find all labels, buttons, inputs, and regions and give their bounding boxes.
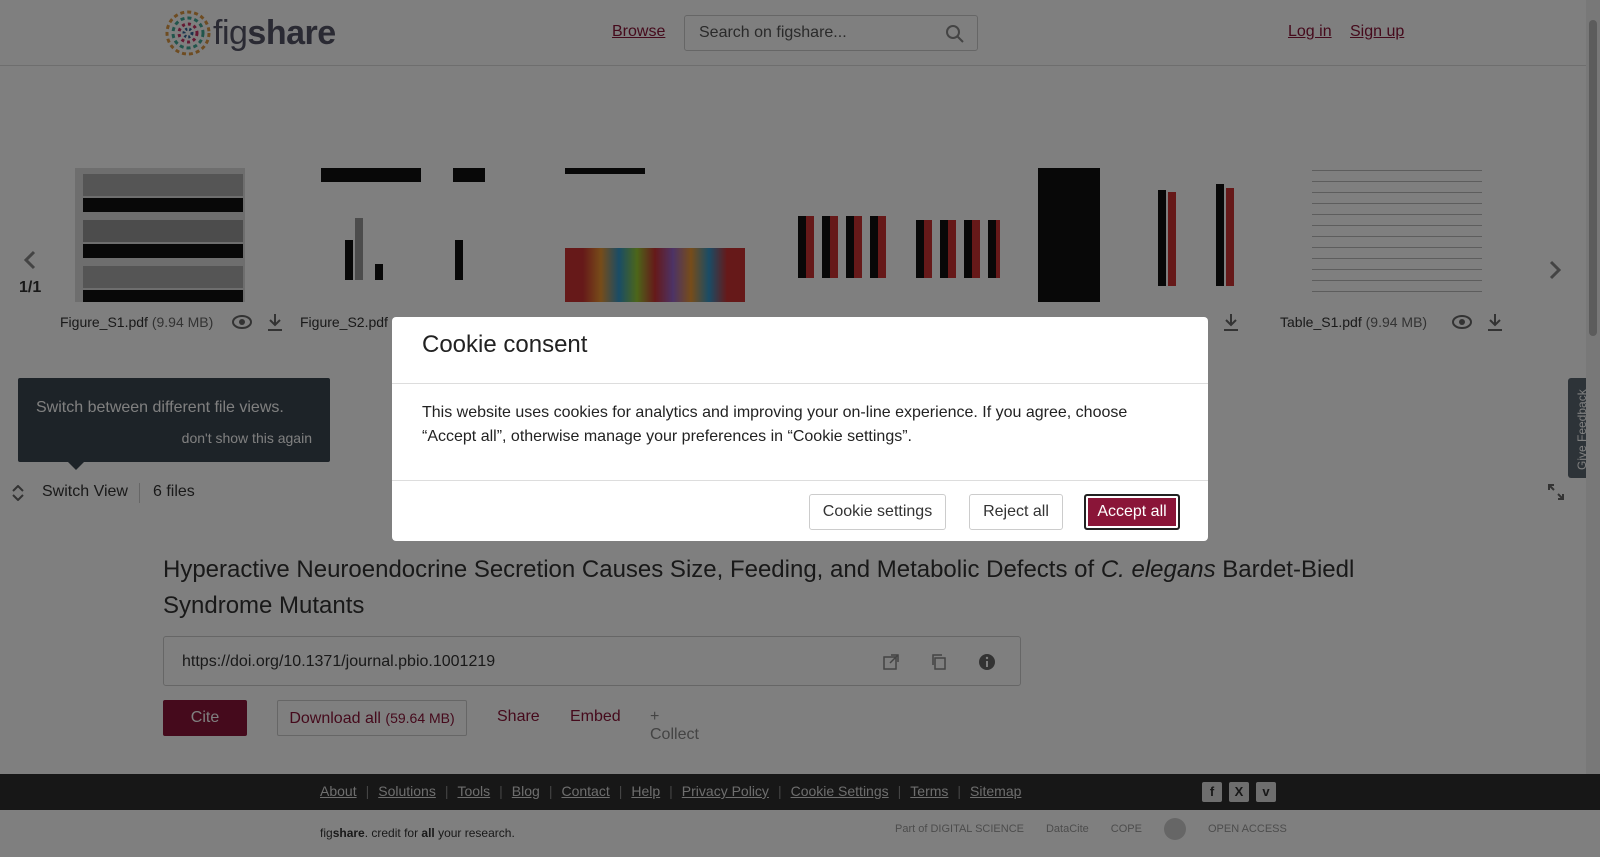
reject-all-button[interactable]: Reject all bbox=[969, 494, 1063, 530]
cookie-consent-dialog: Cookie consent This website uses cookies… bbox=[392, 317, 1208, 541]
dialog-title: Cookie consent bbox=[422, 331, 588, 358]
divider bbox=[392, 480, 1208, 481]
divider bbox=[392, 383, 1208, 384]
dialog-body: This website uses cookies for analytics … bbox=[422, 404, 1128, 445]
accept-all-button[interactable]: Accept all bbox=[1084, 494, 1180, 530]
cookie-settings-button[interactable]: Cookie settings bbox=[809, 494, 946, 530]
